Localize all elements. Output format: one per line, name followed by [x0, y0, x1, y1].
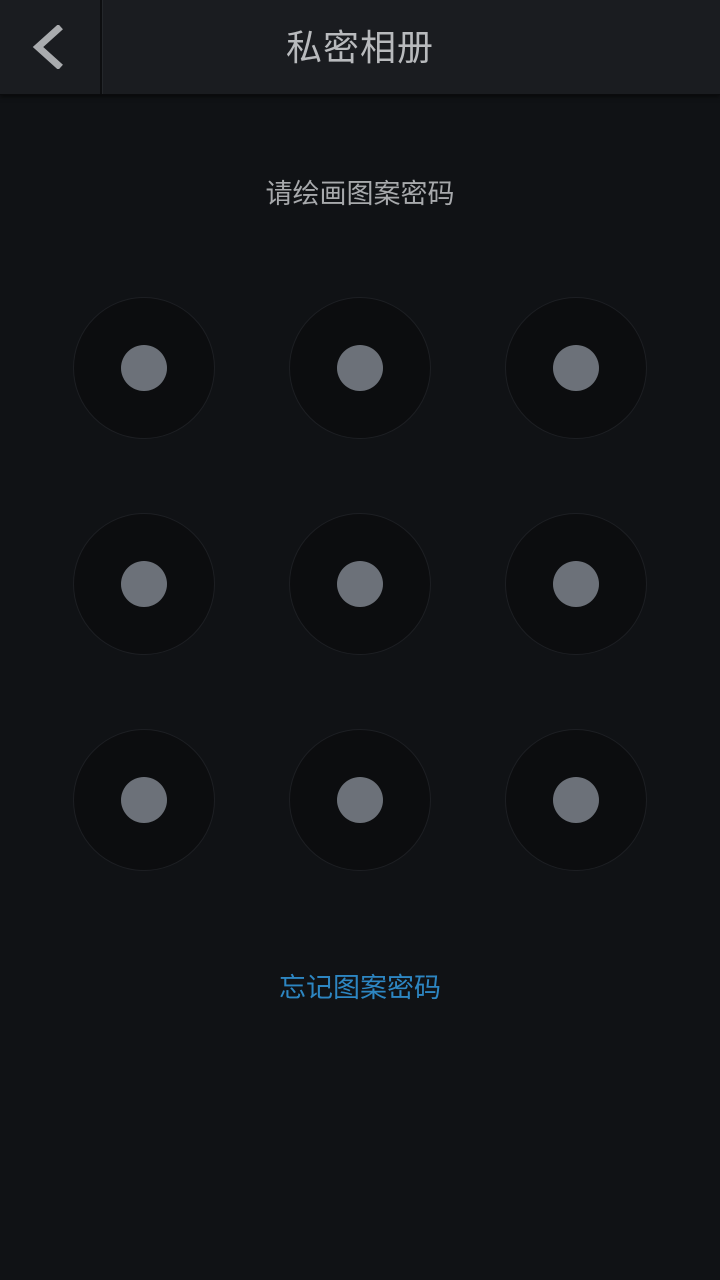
private-album-screen: 私密相册 请绘画图案密码 忘记图案密码 — [0, 0, 720, 1280]
chevron-left-icon — [32, 25, 63, 69]
pattern-dot — [337, 345, 383, 391]
pattern-node-9[interactable] — [505, 729, 647, 871]
pattern-node-5[interactable] — [289, 513, 431, 655]
pattern-node-7[interactable] — [73, 729, 215, 871]
pattern-dot — [121, 561, 167, 607]
pattern-node-2[interactable] — [289, 297, 431, 439]
pattern-node-8[interactable] — [289, 729, 431, 871]
header-bar: 私密相册 — [0, 0, 720, 95]
pattern-dot — [337, 561, 383, 607]
pattern-dot — [121, 345, 167, 391]
pattern-node-6[interactable] — [505, 513, 647, 655]
pattern-dot — [553, 777, 599, 823]
pattern-node-4[interactable] — [73, 513, 215, 655]
back-button[interactable] — [0, 0, 102, 94]
pattern-lock-grid[interactable] — [73, 297, 647, 871]
pattern-dot — [553, 345, 599, 391]
pattern-dot — [121, 777, 167, 823]
pattern-node-3[interactable] — [505, 297, 647, 439]
forgot-pattern-link[interactable]: 忘记图案密码 — [0, 966, 720, 1005]
page-title: 私密相册 — [285, 28, 434, 69]
pattern-node-1[interactable] — [73, 297, 215, 439]
pattern-prompt: 请绘画图案密码 — [265, 179, 455, 210]
pattern-dot — [553, 561, 599, 607]
pattern-dot — [337, 777, 383, 823]
